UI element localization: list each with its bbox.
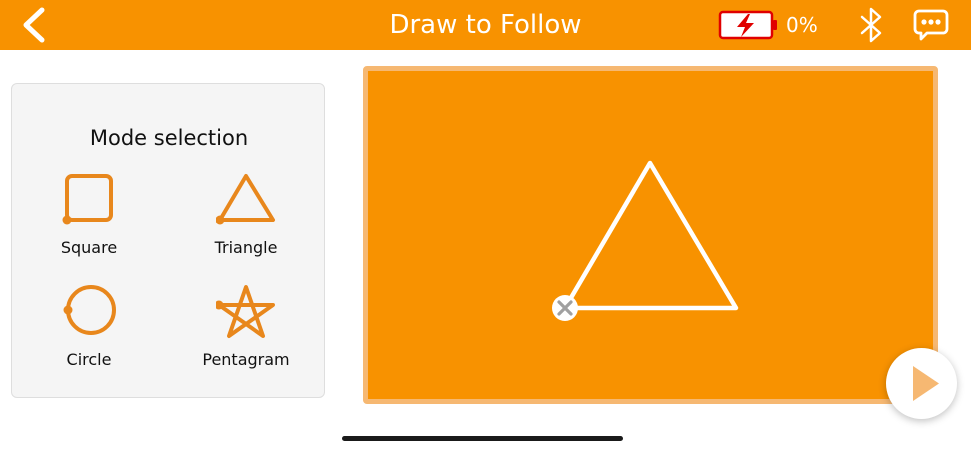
drawing-canvas[interactable] — [363, 66, 938, 404]
circle-icon — [63, 285, 116, 335]
mode-circle-button[interactable]: Circle — [29, 284, 149, 384]
play-button[interactable] — [886, 348, 957, 419]
page-title: Draw to Follow — [389, 10, 582, 40]
mode-triangle-button[interactable]: Triangle — [186, 172, 306, 272]
chevron-left-icon — [23, 7, 45, 43]
bluetooth-icon[interactable] — [856, 7, 886, 43]
mode-square-button[interactable]: Square — [29, 172, 149, 272]
chat-bubble-icon[interactable] — [913, 8, 949, 42]
battery-percentage: 0% — [786, 13, 818, 37]
square-icon — [62, 174, 113, 225]
triangle-icon — [216, 174, 275, 225]
mode-triangle-label: Triangle — [214, 238, 278, 257]
battery-charging-icon — [718, 10, 777, 40]
mode-selection-panel: Mode selection Square Triangle Circle Pe… — [11, 83, 325, 398]
mode-square-label: Square — [60, 238, 118, 257]
canvas-drawing — [552, 160, 739, 321]
mode-circle-label: Circle — [66, 350, 112, 369]
back-button[interactable] — [18, 6, 50, 44]
close-icon[interactable] — [552, 295, 578, 321]
pentagram-icon — [216, 285, 275, 338]
mode-pentagram-label: Pentagram — [202, 350, 290, 369]
mode-pentagram-button[interactable]: Pentagram — [186, 284, 306, 384]
mode-selection-title: Mode selection — [89, 126, 249, 150]
play-icon — [913, 366, 939, 401]
drawn-triangle-shape — [562, 160, 739, 311]
home-indicator — [342, 436, 623, 441]
app-header: Draw to Follow 0% — [0, 0, 971, 50]
